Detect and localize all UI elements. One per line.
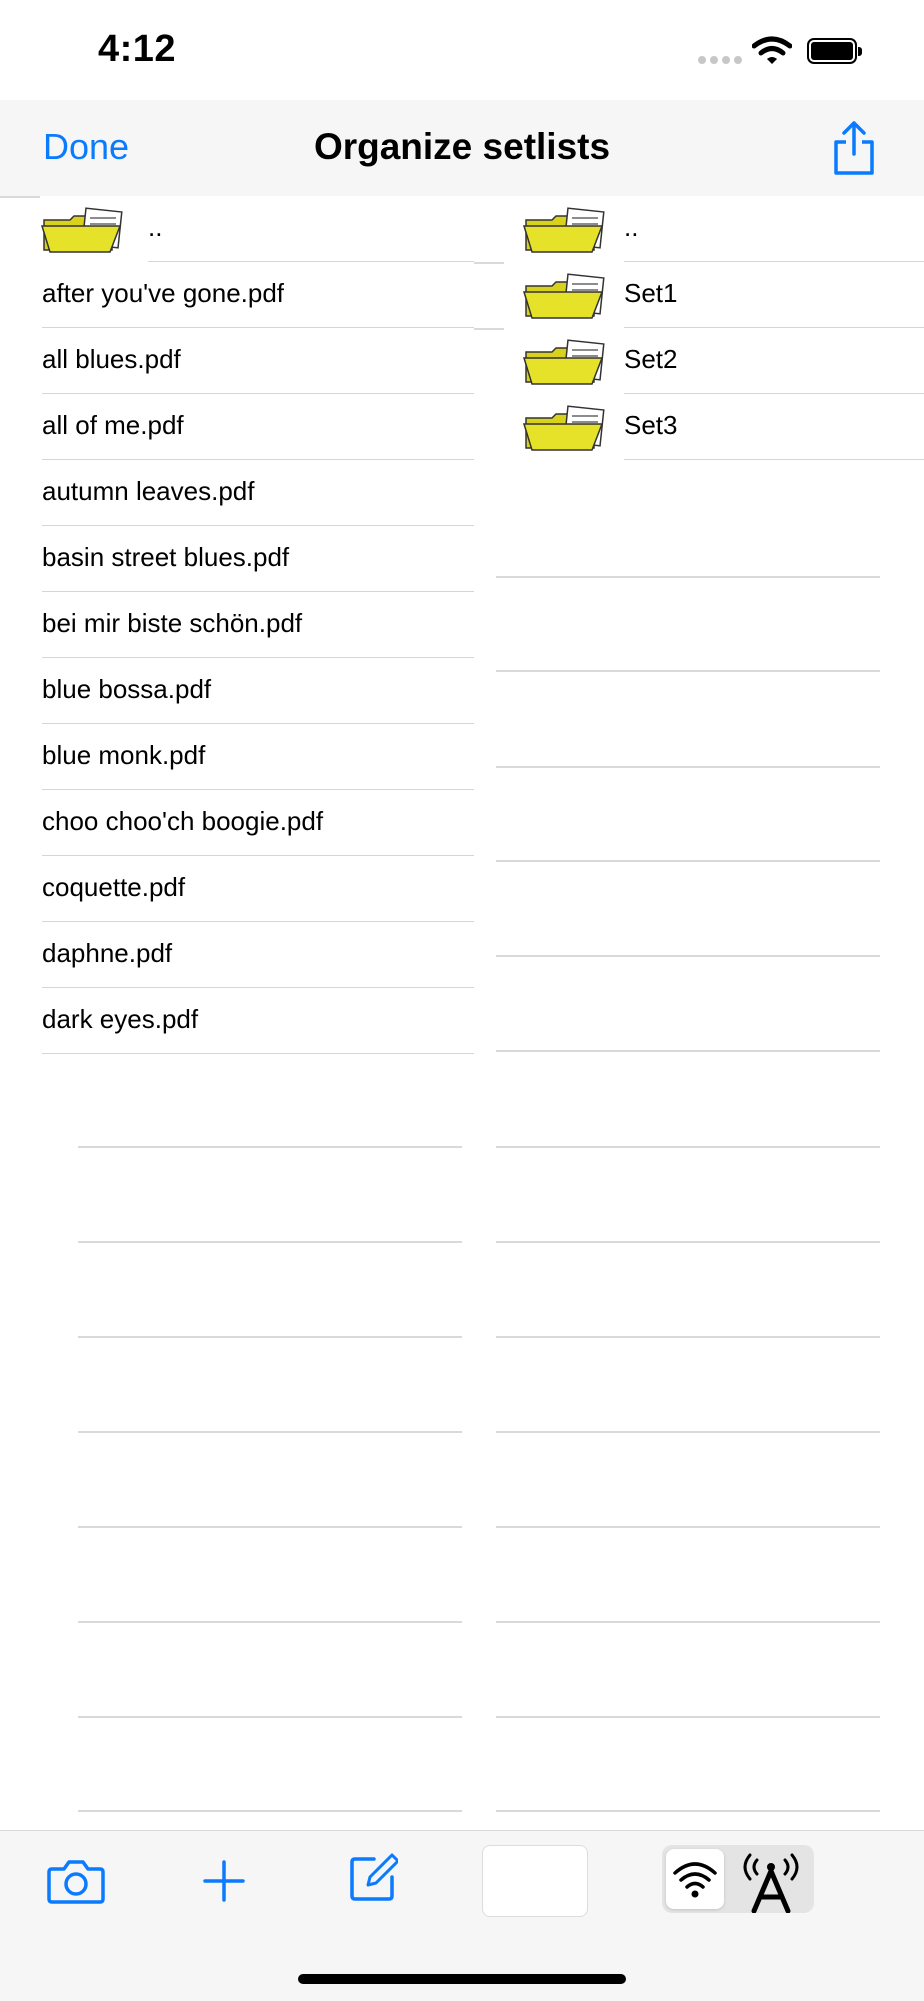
list-item[interactable]: blue bossa.pdf bbox=[0, 658, 480, 724]
folder-icon bbox=[522, 405, 605, 451]
list-item-label: Set1 bbox=[624, 278, 678, 308]
status-time: 4:12 bbox=[98, 28, 177, 70]
setlist-item-set3[interactable]: Set3 bbox=[480, 394, 924, 460]
folder-icon bbox=[522, 273, 605, 319]
list-item[interactable]: all of me.pdf bbox=[0, 394, 480, 460]
setlist-folder-list: .. Set1 Set2 Set3 bbox=[480, 196, 924, 460]
list-item[interactable]: choo choo'ch boogie.pdf bbox=[0, 790, 480, 856]
cellular-signal-icon bbox=[698, 56, 742, 66]
folder-icon bbox=[522, 339, 605, 385]
compose-icon[interactable] bbox=[348, 1851, 398, 1903]
setlist-item-set2[interactable]: Set2 bbox=[480, 328, 924, 394]
home-indicator bbox=[298, 1974, 626, 1984]
list-item-label: after you've gone.pdf bbox=[42, 278, 285, 308]
list-item[interactable]: daphne.pdf bbox=[0, 922, 480, 988]
list-item[interactable]: after you've gone.pdf bbox=[0, 262, 480, 328]
page-title: Organize setlists bbox=[313, 126, 611, 167]
list-item[interactable]: dark eyes.pdf bbox=[0, 988, 480, 1054]
list-item[interactable]: all blues.pdf bbox=[0, 328, 480, 394]
list-item-parent-folder[interactable]: .. bbox=[480, 196, 924, 262]
wifi-status-icon bbox=[752, 36, 792, 64]
list-item-label: blue monk.pdf bbox=[42, 740, 206, 770]
list-item-label: dark eyes.pdf bbox=[42, 1004, 199, 1034]
list-item[interactable]: coquette.pdf bbox=[0, 856, 480, 922]
list-item[interactable]: blue monk.pdf bbox=[0, 724, 480, 790]
list-item-label: autumn leaves.pdf bbox=[42, 476, 255, 506]
list-item[interactable]: basin street blues.pdf bbox=[0, 526, 480, 592]
wifi-icon[interactable] bbox=[672, 1859, 718, 1899]
setlist-item-set1[interactable]: Set1 bbox=[480, 262, 924, 328]
list-item-label: Set2 bbox=[624, 344, 678, 374]
folder-icon bbox=[40, 207, 123, 253]
list-item-label: blue bossa.pdf bbox=[42, 674, 212, 704]
broadcast-antenna-icon[interactable] bbox=[736, 1851, 806, 1913]
plus-icon[interactable] bbox=[202, 1859, 246, 1903]
folder-icon bbox=[522, 207, 605, 253]
connection-mode-segmented-control[interactable] bbox=[662, 1845, 814, 1913]
share-icon[interactable] bbox=[830, 120, 878, 176]
camera-icon[interactable] bbox=[46, 1855, 106, 1905]
list-item-label: .. bbox=[624, 212, 639, 242]
blank-input-field[interactable] bbox=[482, 1845, 588, 1917]
status-bar: 4:12 bbox=[0, 0, 924, 100]
list-item-label: daphne.pdf bbox=[42, 938, 173, 968]
list-item-label: choo choo'ch boogie.pdf bbox=[42, 806, 324, 836]
list-item-label: all blues.pdf bbox=[42, 344, 181, 374]
list-item-label: all of me.pdf bbox=[42, 410, 184, 440]
navigation-bar: Done Organize setlists bbox=[0, 100, 924, 196]
file-list: .. after you've gone.pdf all blues.pdf a… bbox=[0, 196, 480, 1054]
list-item-label: .. bbox=[148, 212, 163, 242]
list-item-parent-folder[interactable]: .. bbox=[0, 196, 480, 262]
battery-icon bbox=[807, 38, 862, 64]
list-item-label: coquette.pdf bbox=[42, 872, 186, 902]
list-item-label: Set3 bbox=[624, 410, 678, 440]
list-item[interactable]: autumn leaves.pdf bbox=[0, 460, 480, 526]
list-item[interactable]: bei mir biste schön.pdf bbox=[0, 592, 480, 658]
list-item-label: basin street blues.pdf bbox=[42, 542, 290, 572]
list-item-label: bei mir biste schön.pdf bbox=[42, 608, 303, 638]
